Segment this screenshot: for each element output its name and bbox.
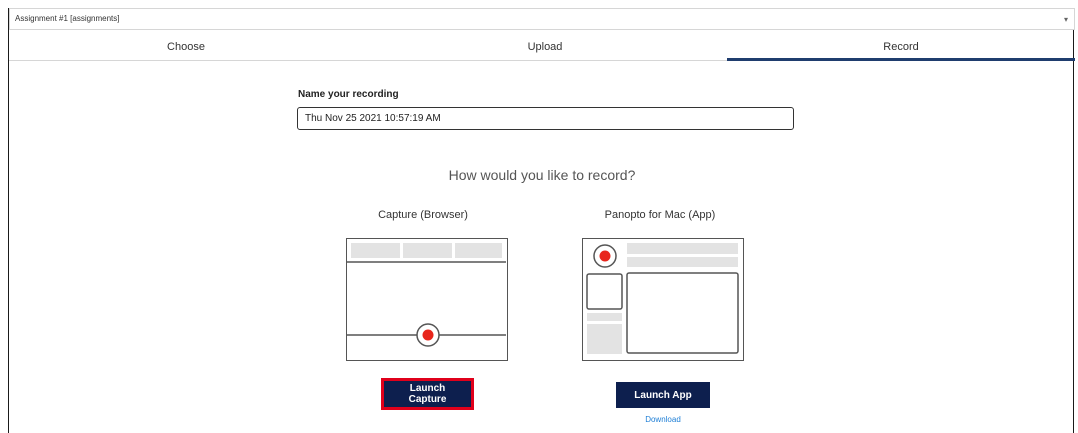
record-method-prompt: How would you like to record? (448, 167, 636, 183)
browser-window-icon (346, 238, 508, 361)
tab-record[interactable]: Record (727, 35, 1075, 61)
launch-app-button[interactable]: Launch App (616, 382, 710, 408)
chevron-down-icon[interactable]: ▾ (1064, 15, 1068, 24)
launch-capture-button[interactable]: Launch Capture (381, 378, 474, 410)
recording-name-input[interactable] (297, 107, 794, 130)
tab-choose[interactable]: Choose (9, 35, 363, 61)
tab-upload[interactable]: Upload (363, 35, 727, 61)
download-link[interactable]: Download (633, 415, 693, 424)
recording-name-label: Name your recording (298, 89, 399, 100)
app-window-icon (582, 238, 744, 361)
recording-panel: Assignment #1 [assignments] ▾ Choose Upl… (8, 8, 1075, 433)
tab-bar: Choose Upload Record (9, 35, 1075, 61)
assignment-select-value: Assignment #1 [assignments] (15, 14, 120, 23)
app-option-title: Panopto for Mac (App) (604, 209, 716, 221)
assignment-select[interactable]: Assignment #1 [assignments] ▾ (9, 8, 1075, 30)
capture-option-title: Capture (Browser) (378, 209, 468, 221)
